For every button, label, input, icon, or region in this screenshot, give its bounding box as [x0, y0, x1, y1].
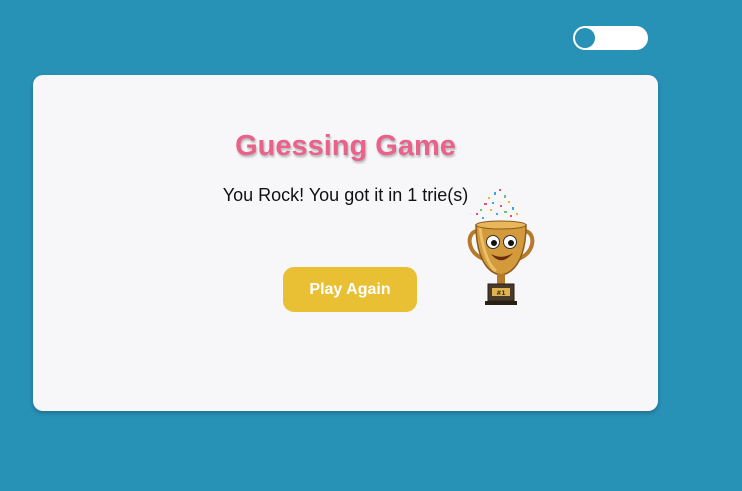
- theme-toggle[interactable]: [573, 26, 648, 50]
- result-message: You Rock! You got it in 1 trie(s): [222, 185, 469, 205]
- toggle-knob: [575, 28, 595, 48]
- trophy-icon: #1: [467, 189, 535, 305]
- game-title: Guessing Game: [235, 130, 456, 162]
- confetti-icon: [476, 189, 518, 219]
- play-again-button[interactable]: Play Again: [283, 267, 417, 312]
- trophy-plate-text: #1: [496, 290, 505, 297]
- game-card: Guessing Game You Rock! You got it in 1 …: [33, 75, 658, 411]
